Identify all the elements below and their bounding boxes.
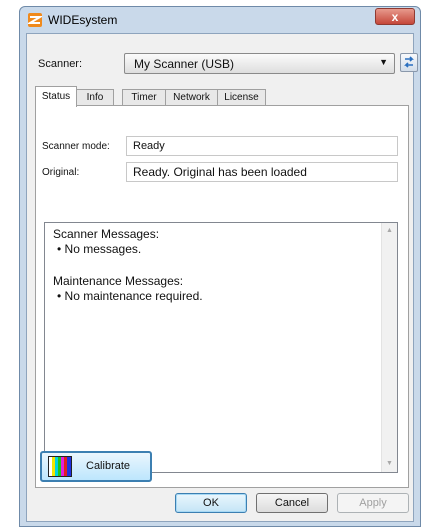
calibrate-label: Calibrate <box>86 460 131 472</box>
scanner-mode-field: Ready <box>126 136 398 156</box>
window-title: WIDEsystem <box>48 13 118 27</box>
maintenance-messages-heading: Maintenance Messages: <box>53 274 184 288</box>
scanner-mode-label: Scanner mode: <box>42 141 110 152</box>
title-bar: WIDEsystem x <box>20 7 420 33</box>
scroll-down-icon[interactable]: ▼ <box>382 456 397 472</box>
ok-button[interactable]: OK <box>175 493 247 513</box>
scanner-select[interactable]: My Scanner (USB) ▼ <box>124 53 395 74</box>
scanner-select-value: My Scanner (USB) <box>134 57 235 71</box>
app-window: WIDEsystem x Scanner: My Scanner (USB) ▼… <box>19 6 421 527</box>
apply-button[interactable]: Apply <box>337 493 409 513</box>
chevron-down-icon: ▼ <box>379 57 388 67</box>
scanner-label: Scanner: <box>38 58 83 70</box>
messages-scrollbar[interactable]: ▲ ▼ <box>381 223 397 472</box>
color-bars-icon <box>48 456 72 477</box>
status-panel: Scanner mode: Ready Original: Ready. Ori… <box>35 105 409 488</box>
tab-network[interactable]: Network <box>165 89 218 106</box>
messages-box[interactable]: Scanner Messages: • No messages. Mainten… <box>44 222 398 473</box>
tab-info[interactable]: Info <box>76 89 114 106</box>
maintenance-messages-item: • No maintenance required. <box>57 289 203 303</box>
close-button[interactable]: x <box>375 8 415 25</box>
dialog-body: Scanner: My Scanner (USB) ▼ Status Info … <box>26 33 418 522</box>
cancel-button[interactable]: Cancel <box>256 493 328 513</box>
calibrate-button[interactable]: Calibrate <box>40 451 152 482</box>
refresh-icon <box>404 56 414 68</box>
original-field: Ready. Original has been loaded <box>126 162 398 182</box>
close-icon: x <box>391 10 399 24</box>
scanner-messages-item: • No messages. <box>57 242 142 256</box>
tab-timer[interactable]: Timer <box>122 89 166 106</box>
messages-content: Scanner Messages: • No messages. Mainten… <box>53 227 203 304</box>
tab-status[interactable]: Status <box>35 86 77 107</box>
tab-license[interactable]: License <box>217 89 266 106</box>
scroll-up-icon[interactable]: ▲ <box>382 223 397 239</box>
original-label: Original: <box>42 167 80 178</box>
refresh-button[interactable] <box>400 53 418 72</box>
scanner-messages-heading: Scanner Messages: <box>53 227 160 241</box>
app-logo-icon <box>28 13 42 27</box>
